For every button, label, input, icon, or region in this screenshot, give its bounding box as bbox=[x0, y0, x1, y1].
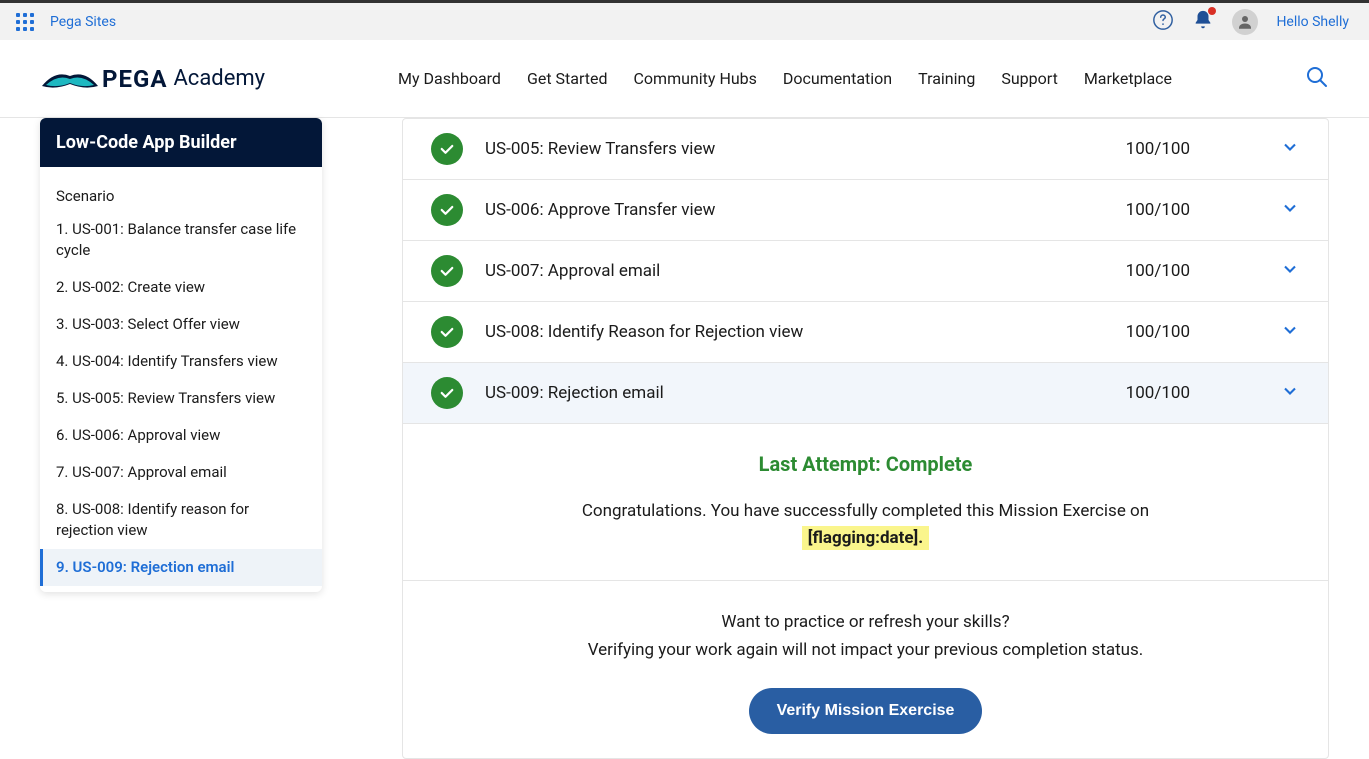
sidebar-title: Low-Code App Builder bbox=[40, 118, 322, 167]
result-row-us009[interactable]: US-009: Rejection email 100/100 bbox=[403, 363, 1328, 424]
verify-mission-button[interactable]: Verify Mission Exercise bbox=[749, 688, 983, 734]
sidebar-item-us004[interactable]: 4. US-004: Identify Transfers view bbox=[40, 343, 322, 380]
nav-documentation[interactable]: Documentation bbox=[783, 69, 892, 88]
check-icon bbox=[431, 194, 463, 226]
sidebar-item-us005[interactable]: 5. US-005: Review Transfers view bbox=[40, 380, 322, 417]
result-row-us006[interactable]: US-006: Approve Transfer view 100/100 bbox=[403, 180, 1328, 241]
practice-note: Verifying your work again will not impac… bbox=[588, 640, 1144, 660]
chevron-down-icon[interactable] bbox=[1280, 320, 1300, 344]
sidebar-item-us007[interactable]: 7. US-007: Approval email bbox=[40, 454, 322, 491]
check-icon bbox=[431, 255, 463, 287]
logo-subtext: Academy bbox=[173, 66, 265, 91]
nav-marketplace[interactable]: Marketplace bbox=[1084, 69, 1172, 88]
result-name: US-006: Approve Transfer view bbox=[485, 200, 1126, 220]
nav-community-hubs[interactable]: Community Hubs bbox=[634, 69, 757, 88]
help-icon[interactable] bbox=[1152, 9, 1174, 35]
top-utility-bar: Pega Sites Hello Shelly bbox=[0, 0, 1369, 40]
flagged-date: [flagging:date]. bbox=[802, 526, 929, 550]
sidebar-item-us003[interactable]: 3. US-003: Select Offer view bbox=[40, 306, 322, 343]
congrats-line1: Congratulations. You have successfully c… bbox=[582, 501, 1149, 521]
check-icon bbox=[431, 377, 463, 409]
sidebar-item-us002[interactable]: 2. US-002: Create view bbox=[40, 269, 322, 306]
status-block: Last Attempt: Complete Congratulations. … bbox=[403, 424, 1328, 552]
result-score: 100/100 bbox=[1126, 139, 1190, 159]
practice-question: Want to practice or refresh your skills? bbox=[721, 612, 1009, 632]
result-score: 100/100 bbox=[1126, 200, 1190, 220]
sidebar-scenario-label[interactable]: Scenario bbox=[40, 177, 322, 211]
pega-sites-link[interactable]: Pega Sites bbox=[50, 14, 116, 30]
content-area: Low-Code App Builder Scenario 1. US-001:… bbox=[0, 118, 1369, 759]
top-bar-left: Pega Sites bbox=[10, 7, 116, 37]
nav-support[interactable]: Support bbox=[1001, 69, 1057, 88]
nav-dashboard[interactable]: My Dashboard bbox=[398, 69, 501, 88]
chevron-down-icon[interactable] bbox=[1280, 137, 1300, 161]
results-card: US-005: Review Transfers view 100/100 US… bbox=[402, 118, 1329, 759]
result-name: US-008: Identify Reason for Rejection vi… bbox=[485, 322, 1126, 342]
result-row-us007[interactable]: US-007: Approval email 100/100 bbox=[403, 241, 1328, 302]
practice-block: Want to practice or refresh your skills?… bbox=[403, 581, 1328, 733]
result-score: 100/100 bbox=[1126, 322, 1190, 342]
main-nav: My Dashboard Get Started Community Hubs … bbox=[398, 69, 1172, 88]
avatar[interactable] bbox=[1232, 9, 1258, 35]
logo[interactable]: PEGA Academy bbox=[40, 65, 265, 93]
main-header: PEGA Academy My Dashboard Get Started Co… bbox=[0, 40, 1369, 118]
sidebar: Low-Code App Builder Scenario 1. US-001:… bbox=[40, 118, 322, 592]
result-row-us008[interactable]: US-008: Identify Reason for Rejection vi… bbox=[403, 302, 1328, 363]
check-icon bbox=[431, 316, 463, 348]
practice-text: Want to practice or refresh your skills?… bbox=[443, 609, 1288, 663]
result-score: 100/100 bbox=[1126, 261, 1190, 281]
logo-text: PEGA bbox=[102, 65, 167, 93]
nav-training[interactable]: Training bbox=[918, 69, 975, 88]
nav-get-started[interactable]: Get Started bbox=[527, 69, 608, 88]
chevron-down-icon[interactable] bbox=[1280, 381, 1300, 405]
pega-logo-icon bbox=[40, 66, 100, 92]
notification-dot bbox=[1208, 7, 1216, 15]
search-icon[interactable] bbox=[1305, 65, 1329, 93]
chevron-down-icon[interactable] bbox=[1280, 198, 1300, 222]
attempt-status: Last Attempt: Complete bbox=[443, 452, 1288, 476]
apps-grid-icon[interactable] bbox=[10, 7, 40, 37]
sidebar-body: Scenario 1. US-001: Balance transfer cas… bbox=[40, 167, 322, 592]
top-bar-right: Hello Shelly bbox=[1152, 9, 1349, 35]
notifications-icon[interactable] bbox=[1192, 9, 1214, 35]
result-score: 100/100 bbox=[1126, 383, 1190, 403]
congrats-text: Congratulations. You have successfully c… bbox=[443, 498, 1288, 552]
result-name: US-007: Approval email bbox=[485, 261, 1126, 281]
result-row-us005[interactable]: US-005: Review Transfers view 100/100 bbox=[403, 119, 1328, 180]
sidebar-item-us001[interactable]: 1. US-001: Balance transfer case life cy… bbox=[40, 211, 322, 269]
result-name: US-009: Rejection email bbox=[485, 383, 1126, 403]
main-panel: US-005: Review Transfers view 100/100 US… bbox=[402, 118, 1329, 759]
check-icon bbox=[431, 133, 463, 165]
sidebar-item-us009[interactable]: 9. US-009: Rejection email bbox=[40, 549, 322, 586]
user-greeting[interactable]: Hello Shelly bbox=[1276, 14, 1349, 30]
result-name: US-005: Review Transfers view bbox=[485, 139, 1126, 159]
chevron-down-icon[interactable] bbox=[1280, 259, 1300, 283]
sidebar-item-us006[interactable]: 6. US-006: Approval view bbox=[40, 417, 322, 454]
sidebar-item-us008[interactable]: 8. US-008: Identify reason for rejection… bbox=[40, 491, 322, 549]
